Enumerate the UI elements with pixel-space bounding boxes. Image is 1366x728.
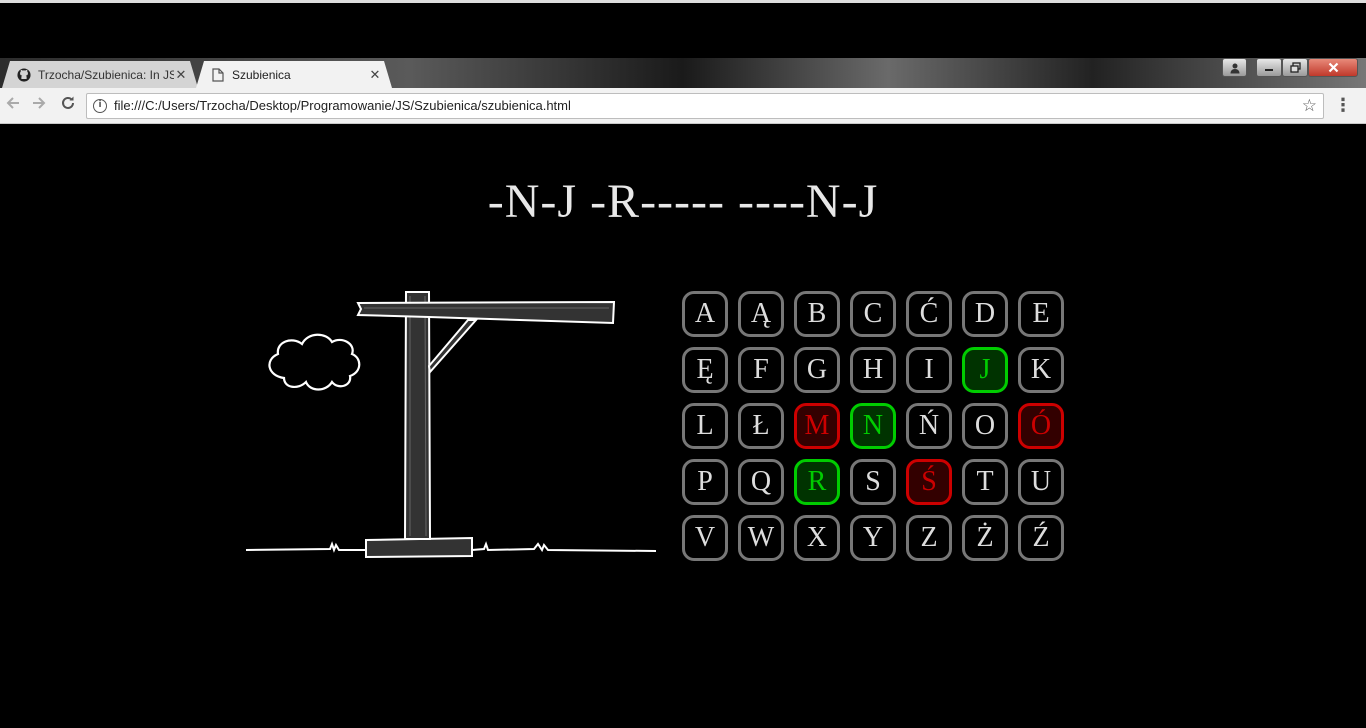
back-arrow-icon [6,97,19,109]
letter-button-Ą[interactable]: Ą [738,291,784,337]
user-profile-button[interactable] [1222,58,1247,77]
letter-button-Ń[interactable]: Ń [906,403,952,449]
letter-button-Y[interactable]: Y [850,515,896,561]
letter-button-R[interactable]: R [794,459,840,505]
gallows-drawing [245,291,657,559]
letter-button-Z[interactable]: Z [906,515,952,561]
letter-button-Ś[interactable]: Ś [906,459,952,505]
browser-menu-icon[interactable]: ⋮ [1334,96,1352,116]
letter-button-C[interactable]: C [850,291,896,337]
letter-button-A[interactable]: A [682,291,728,337]
github-icon [16,67,32,83]
letter-button-G[interactable]: G [794,347,840,393]
tab-title: Trzocha/Szubienica: In JS [38,67,174,82]
restore-button[interactable] [1282,58,1308,77]
close-window-button[interactable] [1308,58,1358,77]
letter-button-E[interactable]: E [1018,291,1064,337]
letter-button-O[interactable]: O [962,403,1008,449]
back-button[interactable] [2,95,24,117]
window-top-strip [0,0,1366,58]
url-text[interactable]: file:///C:/Users/Trzocha/Desktop/Program… [114,98,571,113]
minimize-button[interactable] [1256,58,1282,77]
letter-button-T[interactable]: T [962,459,1008,505]
letter-button-V[interactable]: V [682,515,728,561]
gallows-beam [356,300,616,325]
letter-button-D[interactable]: D [962,291,1008,337]
reload-icon [62,96,74,109]
letter-button-Ć[interactable]: Ć [906,291,952,337]
letter-button-Ź[interactable]: Ź [1018,515,1064,561]
reload-button[interactable] [57,95,79,117]
tab-bar: Trzocha/Szubienica: In JS ✕ Szubienica ✕ [0,58,1366,88]
letter-button-F[interactable]: F [738,347,784,393]
letter-button-B[interactable]: B [794,291,840,337]
browser-toolbar: i file:///C:/Users/Trzocha/Desktop/Progr… [0,88,1366,124]
letter-button-M[interactable]: M [794,403,840,449]
letter-button-J[interactable]: J [962,347,1008,393]
close-tab-icon[interactable]: ✕ [174,68,188,82]
letter-button-Ę[interactable]: Ę [682,347,728,393]
alphabet-grid: AĄBCĆDE ĘFGHIJK LŁMNŃOÓ PQRSŚTU VWXYZŻŹ [682,291,1082,561]
letter-button-Ł[interactable]: Ł [738,403,784,449]
tab-szubienica[interactable]: Szubienica ✕ [196,61,392,88]
info-icon[interactable]: i [93,99,107,113]
letter-button-H[interactable]: H [850,347,896,393]
close-tab-icon[interactable]: ✕ [368,68,382,82]
letter-button-Ż[interactable]: Ż [962,515,1008,561]
bookmark-star-icon[interactable]: ☆ [1302,96,1317,116]
letter-button-N[interactable]: N [850,403,896,449]
gallows-brace [427,319,479,375]
letter-button-X[interactable]: X [794,515,840,561]
letter-button-P[interactable]: P [682,459,728,505]
letter-button-Ó[interactable]: Ó [1018,403,1064,449]
close-window-icon [1328,62,1338,73]
tab-github[interactable]: Trzocha/Szubienica: In JS ✕ [2,61,198,88]
game-page: -N-J -R----- ----N-J AĄBCĆDE ĘFGHIJK LŁMNŃ… [0,124,1366,728]
letter-button-W[interactable]: W [738,515,784,561]
letter-button-L[interactable]: L [682,403,728,449]
letter-button-S[interactable]: S [850,459,896,505]
letter-button-U[interactable]: U [1018,459,1064,505]
gallows-base [365,536,473,559]
forward-arrow-icon [33,97,46,109]
minimize-icon [1265,68,1273,71]
tab-title: Szubienica [232,67,291,82]
letter-button-K[interactable]: K [1018,347,1064,393]
cloud-icon [268,333,361,391]
restore-icon [1289,62,1301,73]
page-icon [210,67,226,83]
forward-button[interactable] [28,95,50,117]
letter-button-I[interactable]: I [906,347,952,393]
puzzle-word: -N-J -R----- ----N-J [487,175,879,228]
letter-button-Q[interactable]: Q [738,459,784,505]
user-icon [1230,63,1239,73]
address-bar[interactable]: i file:///C:/Users/Trzocha/Desktop/Progr… [86,93,1324,119]
